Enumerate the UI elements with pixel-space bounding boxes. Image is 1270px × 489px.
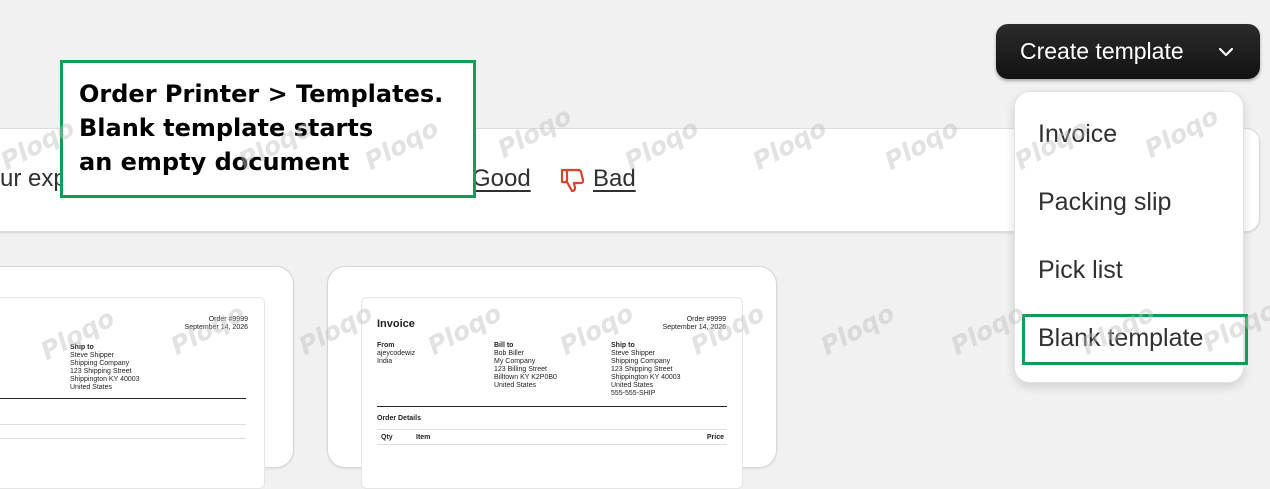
from-line: India [377,358,393,365]
ship-to-line: Steve Shipper [70,352,114,359]
template-preview: Order #9999 September 14, 2026 Ship to S… [0,297,265,489]
order-details-heading: Order Details [377,415,421,422]
divider [0,398,246,399]
good-feedback-link[interactable]: Good [472,165,531,193]
annotation-callout: Order Printer > Templates. Blank templat… [60,60,476,198]
callout-line: Order Printer > Templates. [79,80,444,108]
menu-item-pick-list[interactable]: Pick list [1038,256,1123,285]
ship-to-line: 123 Shipping Street [70,368,132,375]
template-card-invoice[interactable]: Invoice Order #9999 September 14, 2026 F… [327,266,777,489]
thumbs-down-icon[interactable] [558,167,586,195]
order-number: Order #9999 [686,316,726,323]
feedback-prompt-text: ur exp [0,165,67,192]
ship-to-heading: Ship to [611,342,635,349]
table-line [377,429,727,430]
chevron-down-icon [1218,47,1234,57]
watermark: Ploqo [815,298,900,361]
bill-to-line: Bob Biller [494,350,524,357]
ship-to-line: Shippington KY 40003 [611,374,681,381]
highlight-box [1022,314,1248,365]
menu-item-invoice[interactable]: Invoice [1038,120,1117,149]
column-header-price: Price [706,434,724,441]
menu-item-packing-slip[interactable]: Packing slip [1038,188,1171,217]
create-template-button[interactable]: Create template [996,24,1260,79]
table-line [0,424,246,425]
column-header-qty: Qty [381,434,393,441]
ship-to-line: Steve Shipper [611,350,655,357]
invoice-preview: Invoice Order #9999 September 14, 2026 F… [361,297,743,489]
order-number: Order #9999 [208,316,248,323]
ship-to-line: 555-555-SHIP [611,390,656,397]
ship-to-line: United States [70,384,113,391]
order-date: September 14, 2026 [662,324,726,331]
order-date: September 14, 2026 [184,324,248,331]
ship-to-line: Shipping Company [611,358,671,365]
divider [377,406,727,407]
bill-to-heading: Bill to [494,342,514,349]
bill-to-line: United States [494,382,537,389]
column-header-item: Item [416,434,431,441]
table-line [0,438,246,439]
ship-to-line: United States [611,382,654,389]
ship-to-heading: Ship to [70,344,94,351]
bad-feedback-link[interactable]: Bad [593,165,636,193]
create-template-label: Create template [1020,38,1184,64]
table-line [377,444,727,445]
bill-to-line: Billtown KY K2P0B0 [494,374,557,381]
from-line: ajeycodewiz [377,350,416,357]
bill-to-line: 123 Billing Street [494,366,547,373]
ship-to-line: 123 Shipping Street [611,366,673,373]
invoice-title: Invoice [377,318,415,330]
from-heading: From [377,342,395,349]
template-card-packing-slip[interactable]: Order #9999 September 14, 2026 Ship to S… [0,266,294,489]
callout-line: Blank template starts [79,114,374,142]
ship-to-line: Shipping Company [70,360,130,367]
bill-to-line: My Company [494,358,536,365]
ship-to-line: Shippington KY 40003 [70,376,140,383]
callout-line: an empty document [79,148,350,176]
